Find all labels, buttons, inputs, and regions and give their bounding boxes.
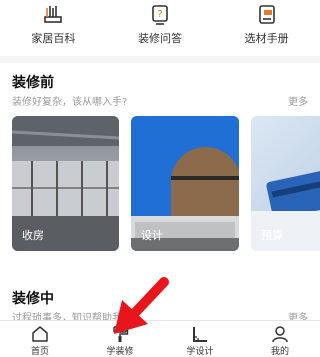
ruler-icon: [193, 327, 207, 342]
user-icon: [272, 326, 288, 343]
tab-label: 学装修: [106, 347, 134, 357]
svg-text:?: ?: [157, 9, 162, 20]
tab-home[interactable]: 首页: [0, 321, 80, 357]
card-label: 预算: [261, 229, 283, 242]
manual-icon: [258, 5, 275, 24]
qa-icon: ?: [152, 5, 168, 25]
section-divider: [0, 56, 320, 63]
category-encyclopedia[interactable]: 家居百科: [0, 0, 107, 52]
home-icon: [32, 326, 48, 342]
category-manual[interactable]: 选材手册: [213, 0, 320, 52]
card-label: 设计: [141, 229, 163, 242]
red-arrow-annotation: [114, 277, 169, 334]
category-label: 家居百科: [31, 32, 76, 45]
card-receive-house[interactable]: 收房: [12, 116, 119, 251]
tab-mine[interactable]: 我的: [240, 321, 320, 357]
category-label: 装修问答: [138, 32, 182, 45]
tab-label: 学设计: [186, 347, 214, 357]
category-row: 家居百科 ? 装修问答 选材手册: [0, 0, 320, 52]
tab-label: 我的: [270, 347, 289, 357]
category-label: 选材手册: [244, 32, 289, 45]
card-design[interactable]: 设计: [131, 116, 239, 251]
section-subtitle-before: 装修好复杂，该从哪入手?: [12, 97, 128, 108]
section-title-during: 装修中: [12, 291, 54, 307]
card-carousel[interactable]: 收房 设计 预算: [12, 116, 320, 251]
card-label: 收房: [22, 229, 44, 242]
card-budget[interactable]: 预算: [251, 116, 320, 251]
more-link-before[interactable]: 更多: [288, 93, 308, 108]
tab-label: 首页: [30, 347, 49, 357]
tab-learn-design[interactable]: 学设计: [160, 321, 240, 357]
section-title-before: 装修前: [12, 75, 54, 91]
furniture-icon: [44, 6, 63, 23]
category-qa[interactable]: ? 装修问答: [107, 0, 214, 52]
